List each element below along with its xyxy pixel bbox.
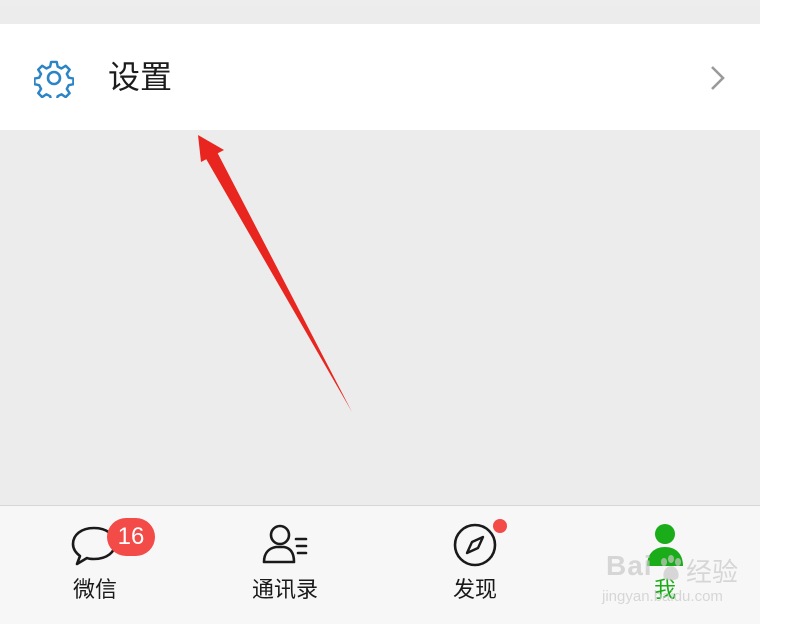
tab-contacts[interactable]: 通讯录	[190, 506, 380, 624]
tab-me[interactable]: 我	[570, 506, 760, 624]
tab-chats[interactable]: 16 微信	[0, 506, 190, 624]
section-separator	[0, 6, 760, 24]
tab-label-chats: 微信	[72, 578, 117, 603]
app-screen: 设置 16 微信 通讯录 发现 我	[0, 0, 760, 624]
tab-discover[interactable]: 发现	[380, 506, 570, 624]
tab-label-me: 我	[653, 578, 676, 603]
settings-row[interactable]: 设置	[0, 24, 760, 130]
contacts-icon	[262, 524, 308, 564]
new-content-dot	[493, 519, 507, 533]
unread-badge: 16	[107, 518, 155, 556]
bottom-tab-bar: 16 微信 通讯录 发现 我	[0, 505, 760, 624]
tab-label-contacts: 通讯录	[251, 578, 318, 603]
gear-icon	[34, 60, 74, 98]
person-icon	[647, 524, 683, 566]
chevron-right-icon	[711, 66, 725, 90]
empty-area	[0, 130, 760, 505]
settings-label: 设置	[108, 58, 173, 96]
tab-label-discover: 发现	[452, 578, 497, 603]
